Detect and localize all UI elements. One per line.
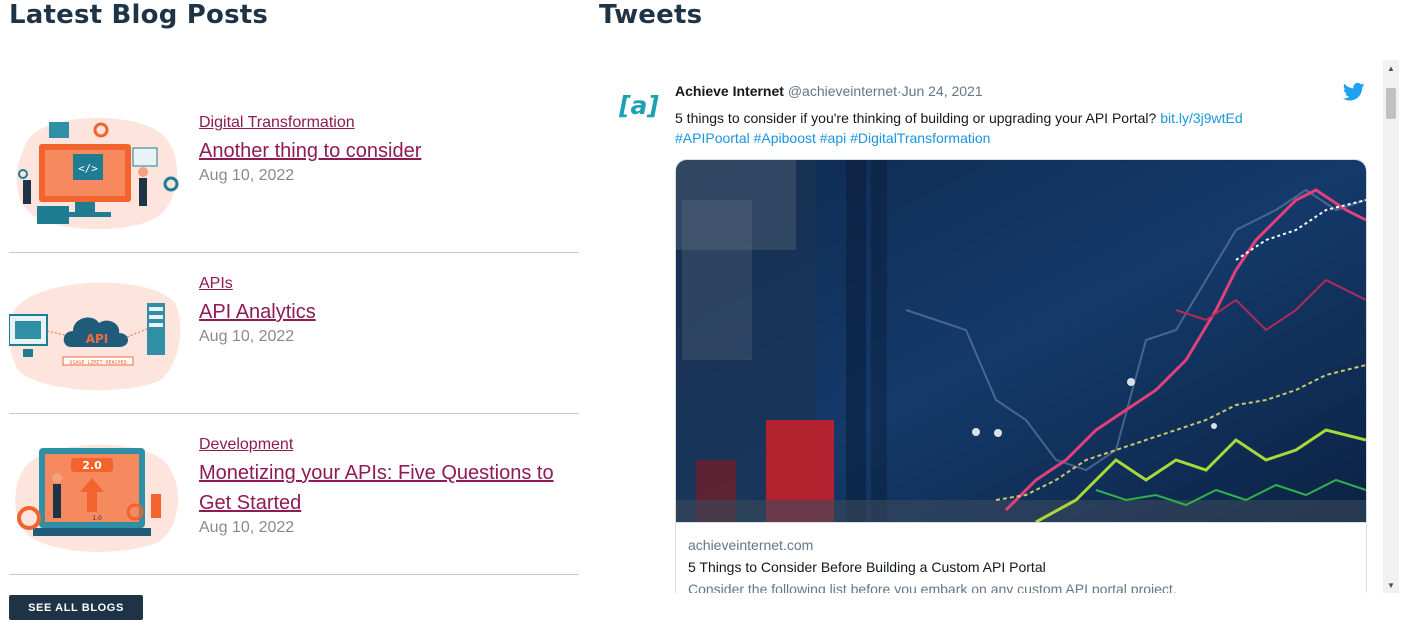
blog-post-item: </> Digital Transformation Another thing… — [9, 92, 579, 253]
link-card-title[interactable]: 5 Things to Consider Before Building a C… — [688, 559, 1046, 575]
tweet-body: 5 things to consider if you're thinking … — [675, 110, 1157, 126]
tweet-text: 5 things to consider if you're thinking … — [675, 108, 1335, 148]
version-upgrade-illustration[interactable]: 2.0 1.0 — [9, 434, 181, 552]
blog-post-date: Aug 10, 2022 — [199, 519, 295, 536]
blog-post-category[interactable]: APIs — [199, 275, 233, 293]
twitter-timeline[interactable]: [a] Achieve Internet @achieveinternet·Ju… — [599, 60, 1399, 593]
blog-post-text: Development Monetizing your APIs: Five Q… — [199, 436, 569, 537]
blog-post-text: APIs API Analytics Aug 10, 2022 — [199, 275, 569, 346]
api-label: API — [86, 332, 109, 346]
tweet-header: Achieve Internet @achieveinternet·Jun 24… — [675, 83, 983, 99]
coding-illustration[interactable]: </> — [9, 112, 181, 230]
blog-post-date: Aug 10, 2022 — [199, 167, 295, 184]
blog-post-title-link[interactable]: Monetizing your APIs: Five Questions to … — [199, 458, 569, 518]
blog-post-item: 2.0 1.0 Development Monetizing your APIs… — [9, 414, 579, 575]
blog-post-item: API USAGE_LIMIT_REACHED APIs API Analyti… — [9, 253, 579, 414]
old-version-label: 1.0 — [92, 515, 102, 522]
blog-section-title: Latest Blog Posts — [9, 0, 269, 30]
see-all-blogs-button[interactable]: SEE ALL BLOGS — [9, 595, 143, 620]
tweet-link-card[interactable]: achieveinternet.com 5 Things to Consider… — [675, 159, 1367, 593]
scroll-up-arrow-icon[interactable]: ▲ — [1383, 60, 1399, 76]
blog-post-text: Digital Transformation Another thing to … — [199, 114, 569, 185]
scrollbar-thumb[interactable] — [1386, 88, 1396, 119]
stock-chart-image — [676, 160, 1366, 522]
link-card-body: achieveinternet.com 5 Things to Consider… — [676, 522, 1366, 593]
scroll-down-arrow-icon[interactable]: ▼ — [1383, 577, 1399, 593]
link-card-description: Consider the following list before you e… — [688, 581, 1177, 593]
timeline-scrollbar[interactable]: ▲ ▼ — [1383, 60, 1399, 593]
blog-post-category[interactable]: Development — [199, 436, 293, 454]
usage-caption: USAGE_LIMIT_REACHED — [69, 360, 126, 366]
blog-post-list: </> Digital Transformation Another thing… — [9, 92, 579, 575]
version-label: 2.0 — [82, 459, 102, 472]
blog-post-title-link[interactable]: Another thing to consider — [199, 136, 569, 166]
api-cloud-illustration[interactable]: API USAGE_LIMIT_REACHED — [9, 273, 181, 391]
avatar-logo-text: [a] — [618, 91, 659, 120]
blog-post-date: Aug 10, 2022 — [199, 328, 295, 345]
tweet-hashtags[interactable]: #APIPoortal #Apiboost #api #DigitalTrans… — [675, 130, 990, 146]
link-card-domain: achieveinternet.com — [688, 537, 814, 553]
tweet-link[interactable]: bit.ly/3j9wtEd — [1160, 110, 1242, 126]
svg-text:</>: </> — [78, 162, 98, 175]
tweet-date[interactable]: Jun 24, 2021 — [902, 83, 983, 99]
tweets-section-title: Tweets — [599, 0, 703, 30]
achieve-internet-avatar[interactable]: [a] — [615, 88, 663, 122]
tweet-author-name[interactable]: Achieve Internet — [675, 83, 784, 99]
twitter-bird-icon[interactable] — [1343, 82, 1365, 102]
tweet-author-handle[interactable]: @achieveinternet — [788, 83, 897, 99]
blog-post-title-link[interactable]: API Analytics — [199, 297, 569, 327]
blog-post-category[interactable]: Digital Transformation — [199, 114, 355, 132]
